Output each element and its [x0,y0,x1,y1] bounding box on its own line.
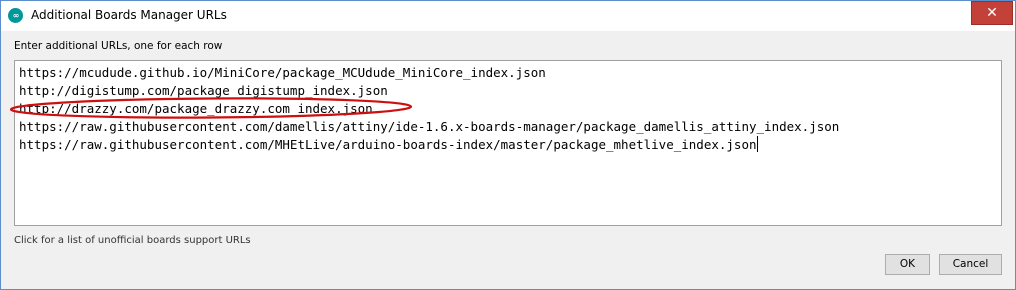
text-caret [756,136,758,152]
url-textarea[interactable]: https://mcudude.github.io/MiniCore/packa… [14,60,1002,226]
url-line: http://digistump.com/package_digistump_i… [19,83,388,98]
url-line-last: https://raw.githubusercontent.com/MHEtLi… [19,136,758,153]
window-title: Additional Boards Manager URLs [31,8,227,22]
cancel-button[interactable]: Cancel [939,254,1002,275]
ok-button[interactable]: OK [885,254,930,275]
close-button[interactable]: ✕ [971,1,1013,25]
url-line: https://raw.githubusercontent.com/damell… [19,119,840,134]
unofficial-boards-link[interactable]: Click for a list of unofficial boards su… [14,235,251,246]
url-line-highlighted: http://drazzy.com/package_drazzy.com_ind… [19,101,373,116]
url-line-text: https://raw.githubusercontent.com/MHEtLi… [19,137,757,152]
title-bar[interactable]: ∞ Additional Boards Manager URLs ✕ [1,1,1015,31]
url-line: https://mcudude.github.io/MiniCore/packa… [19,65,546,80]
arduino-logo-icon: ∞ [8,8,23,23]
boards-manager-urls-dialog: ∞ Additional Boards Manager URLs ✕ Enter… [0,0,1016,290]
instructions-label: Enter additional URLs, one for each row [14,40,223,52]
close-icon: ✕ [986,5,998,21]
